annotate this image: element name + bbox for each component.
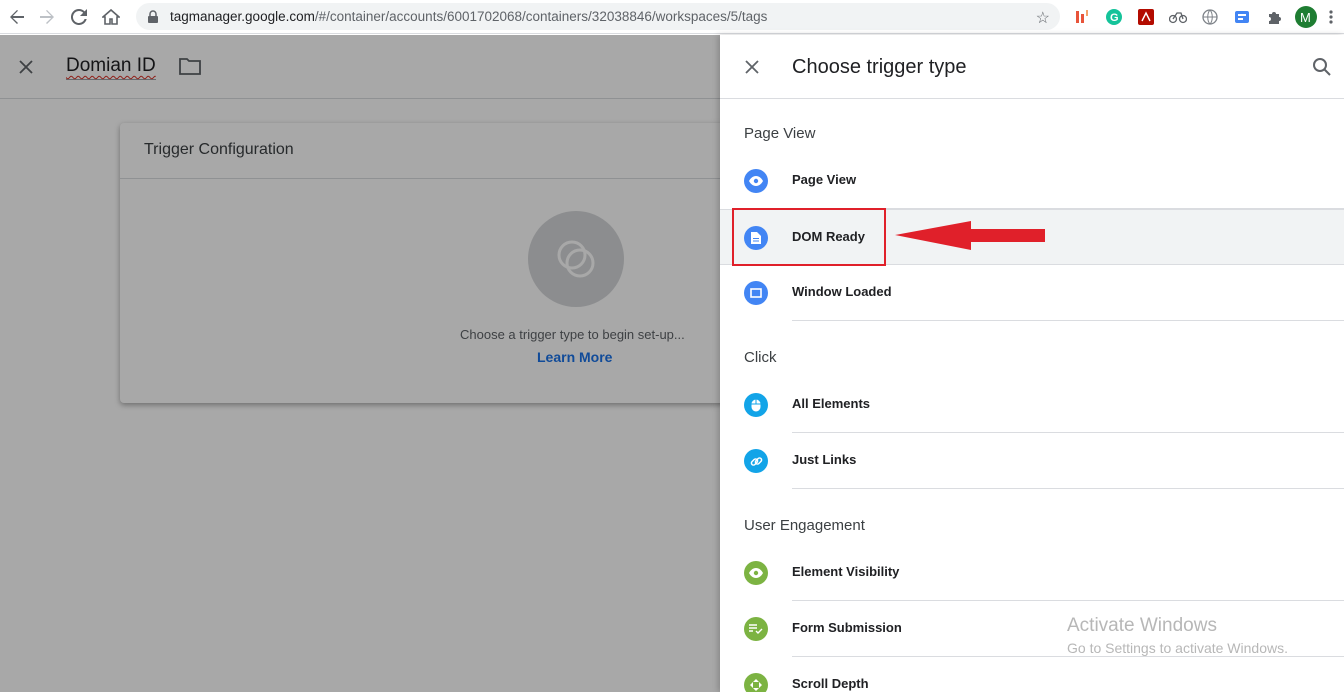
watermark-title: Activate Windows [1067,615,1217,636]
scroll-arrows-icon [744,673,768,692]
trigger-item-all-elements[interactable]: All Elements [720,377,1344,433]
red-arrow-annotation [895,221,1045,250]
form-check-icon [744,617,768,641]
profile-avatar[interactable]: M [1294,5,1318,29]
activate-windows-watermark: Activate Windows Go to Settings to activ… [1067,615,1288,656]
close-panel-icon[interactable] [744,55,760,81]
extensions-area: G M [1070,5,1336,29]
bike-icon[interactable] [1166,5,1190,29]
trigger-item-label: Element Visibility [792,564,900,579]
window-icon [744,281,768,305]
trigger-item-scroll-depth[interactable]: Scroll Depth [720,657,1344,692]
watermark-subtitle: Go to Settings to activate Windows. [1067,640,1288,656]
modal-scrim[interactable] [0,35,720,692]
globe-icon[interactable] [1198,5,1222,29]
svg-text:G: G [1110,12,1119,24]
trigger-item-label: Window Loaded [792,284,892,299]
trigger-item-window-loaded[interactable]: Window Loaded [720,265,1344,321]
link-icon [744,449,768,473]
search-icon[interactable] [1312,57,1332,82]
row-divider [792,488,1344,489]
extension-red-icon[interactable] [1070,5,1094,29]
mouse-icon [744,393,768,417]
panel-header: Choose trigger type [720,35,1344,99]
highlight-box-annotation [732,208,886,266]
trigger-item-page-view[interactable]: Page View [720,153,1344,209]
section-label-page-view: Page View [744,125,816,142]
grammarly-icon[interactable]: G [1102,5,1126,29]
row-divider [792,320,1344,321]
eye-icon [744,561,768,585]
pdf-icon[interactable] [1134,5,1158,29]
home-icon[interactable] [96,2,126,32]
address-bar[interactable]: tagmanager.google.com/#/container/accoun… [136,3,1060,30]
lock-icon [148,9,158,23]
panel-title: Choose trigger type [792,56,967,78]
reload-icon[interactable] [64,2,94,32]
trigger-item-label: Page View [792,172,857,187]
trigger-item-element-visibility[interactable]: Element Visibility [720,545,1344,601]
bookmark-star-icon[interactable]: ☆ [1036,8,1050,28]
trigger-type-panel: Choose trigger type Page View Page View … [720,35,1344,692]
trigger-item-just-links[interactable]: Just Links [720,433,1344,489]
forward-icon[interactable] [32,2,62,32]
svg-text:M: M [1300,10,1311,25]
puzzle-icon[interactable] [1262,5,1286,29]
menu-kebab-icon[interactable] [1326,5,1336,29]
section-label-user-engagement: User Engagement [744,517,865,534]
browser-toolbar: tagmanager.google.com/#/container/accoun… [0,0,1344,34]
trigger-item-label: Scroll Depth [792,676,869,691]
url-text: tagmanager.google.com/#/container/accoun… [170,9,768,24]
trigger-item-label: Just Links [792,452,857,467]
eye-icon [744,169,768,193]
back-icon[interactable] [2,2,32,32]
section-label-click: Click [744,349,777,366]
trigger-item-label: All Elements [792,396,871,411]
reader-icon[interactable] [1230,5,1254,29]
trigger-item-label: Form Submission [792,620,902,635]
